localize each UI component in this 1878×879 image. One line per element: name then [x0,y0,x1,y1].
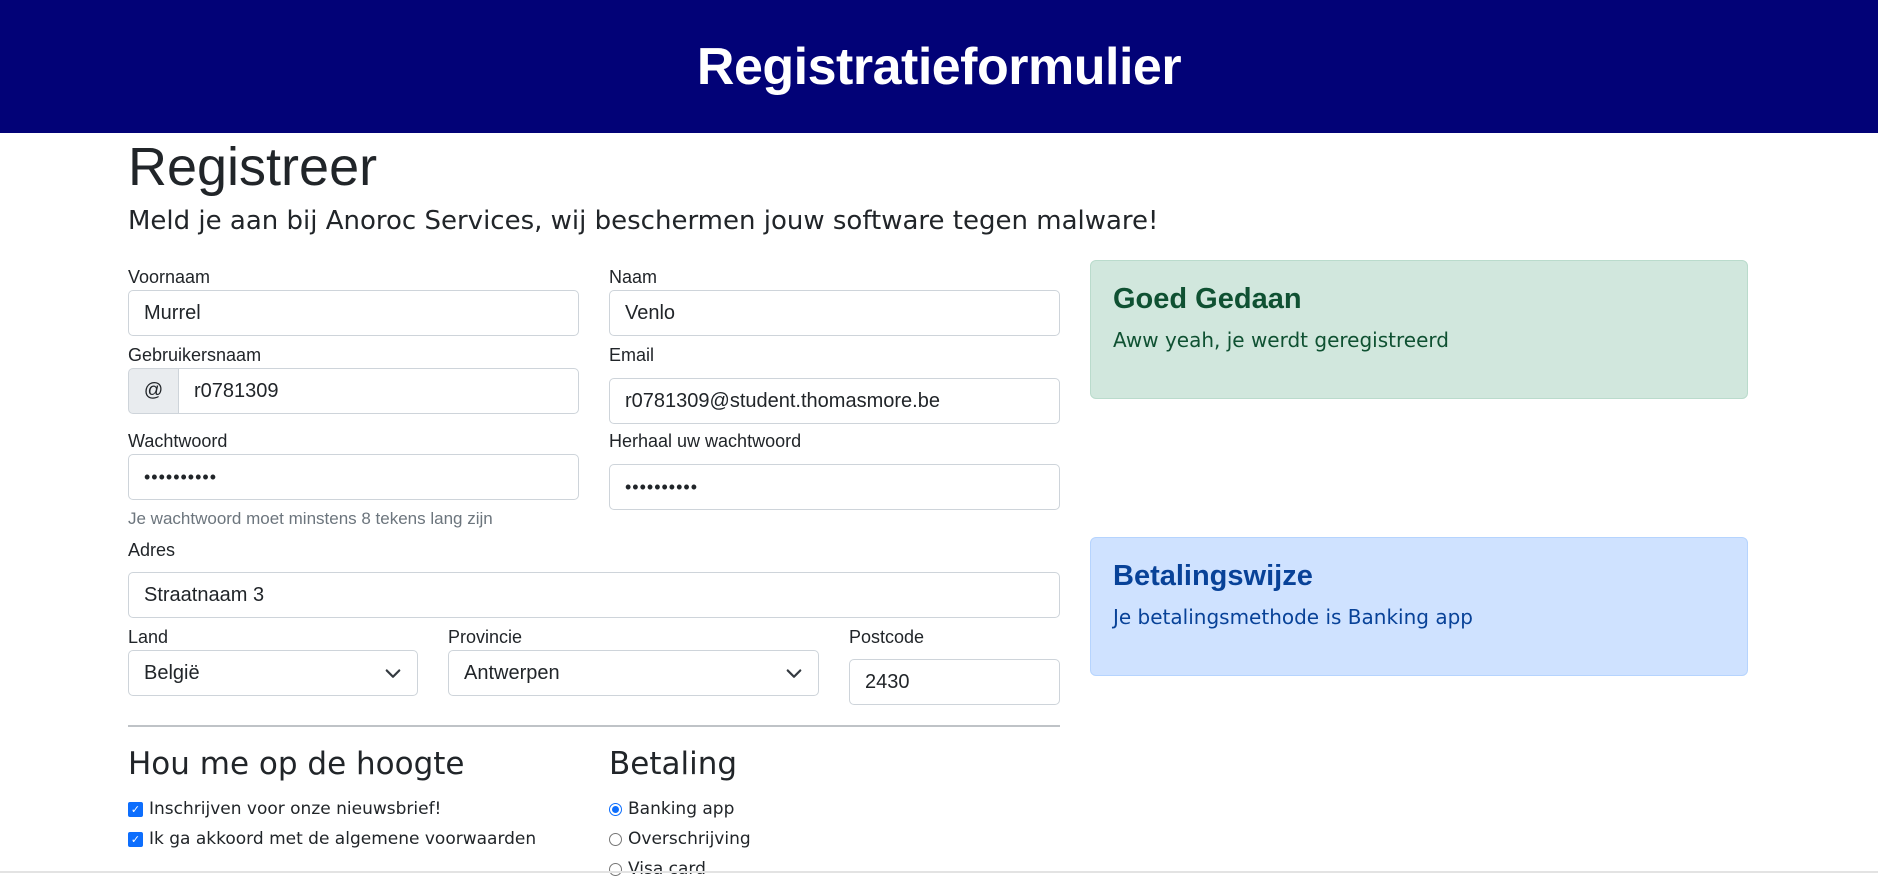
newsletter-label: Inschrijven voor onze nieuwsbrief! [149,799,442,819]
voornaam-label: Voornaam [128,267,211,287]
land-label: Land [128,627,169,647]
postcode-label: Postcode [849,627,925,647]
success-alert-title: Goed Gedaan [1113,283,1302,315]
payment-info-alert: Betalingswijze Je betalingsmethode is Ba… [1090,537,1748,676]
payment-info-text: Je betalingsmethode is Banking app [1113,605,1473,629]
page-header: Registratieformulier [0,0,1878,133]
land-selected-value: België [144,661,200,684]
payment-option-banking-app[interactable]: Banking app [609,799,734,819]
naam-input[interactable]: Venlo [609,290,1060,336]
land-select[interactable]: België [128,650,418,696]
page-lead: Meld je aan bij Anoroc Services, wij bes… [128,206,1159,236]
overschrijving-radio[interactable] [609,832,622,846]
adres-label: Adres [128,540,176,560]
divider [128,725,1060,727]
chevron-down-icon [786,669,802,678]
provincie-select[interactable]: Antwerpen [448,650,819,696]
voornaam-input[interactable]: Murrel [128,290,579,336]
at-prefix: @ [128,368,179,414]
wachtwoord-label: Wachtwoord [128,431,228,451]
password-help-text: Je wachtwoord moet minstens 8 tekens lan… [128,509,493,528]
payment-option-overschrijving[interactable]: Overschrijving [609,829,751,849]
success-alert-text: Aww yeah, je werdt geregistreerd [1113,328,1449,352]
betaling-heading: Betaling [609,746,738,782]
email-input[interactable]: r0781309@student.thomasmore.be [609,378,1060,424]
postcode-input[interactable]: 2430 [849,659,1060,705]
gebruikersnaam-label: Gebruikersnaam [128,345,262,365]
updates-heading: Hou me op de hoogte [128,746,465,782]
overschrijving-label: Overschrijving [628,829,751,849]
visa-card-label: Visa card [628,859,706,879]
terms-checkbox-row[interactable]: ✓ Ik ga akkoord met de algemene voorwaar… [128,829,536,849]
header-title: Registratieformulier [696,37,1182,96]
provincie-label: Provincie [448,627,523,647]
banking-app-label: Banking app [628,799,735,819]
herhaal-label: Herhaal uw wachtwoord [609,431,802,451]
success-alert: Goed Gedaan Aww yeah, je werdt geregistr… [1090,260,1748,399]
email-label: Email [609,345,655,365]
wachtwoord-input[interactable]: •••••••••• [128,454,579,500]
chevron-down-icon [385,669,401,678]
naam-label: Naam [609,267,658,287]
payment-info-title: Betalingswijze [1113,560,1313,592]
terms-label: Ik ga akkoord met de algemene voorwaarde… [149,829,537,849]
terms-checkbox[interactable]: ✓ [128,831,143,847]
banking-app-radio[interactable] [609,802,622,816]
payment-option-visa-card[interactable]: Visa card [609,859,706,879]
newsletter-checkbox[interactable]: ✓ [128,801,143,817]
visa-card-radio[interactable] [609,862,622,876]
adres-input[interactable]: Straatnaam 3 [128,572,1060,618]
provincie-selected-value: Antwerpen [464,661,560,684]
page-title: Registreer [128,137,378,197]
newsletter-checkbox-row[interactable]: ✓ Inschrijven voor onze nieuwsbrief! [128,799,441,819]
herhaal-wachtwoord-input[interactable]: •••••••••• [609,464,1060,510]
gebruikersnaam-input[interactable]: r0781309 [178,368,579,414]
